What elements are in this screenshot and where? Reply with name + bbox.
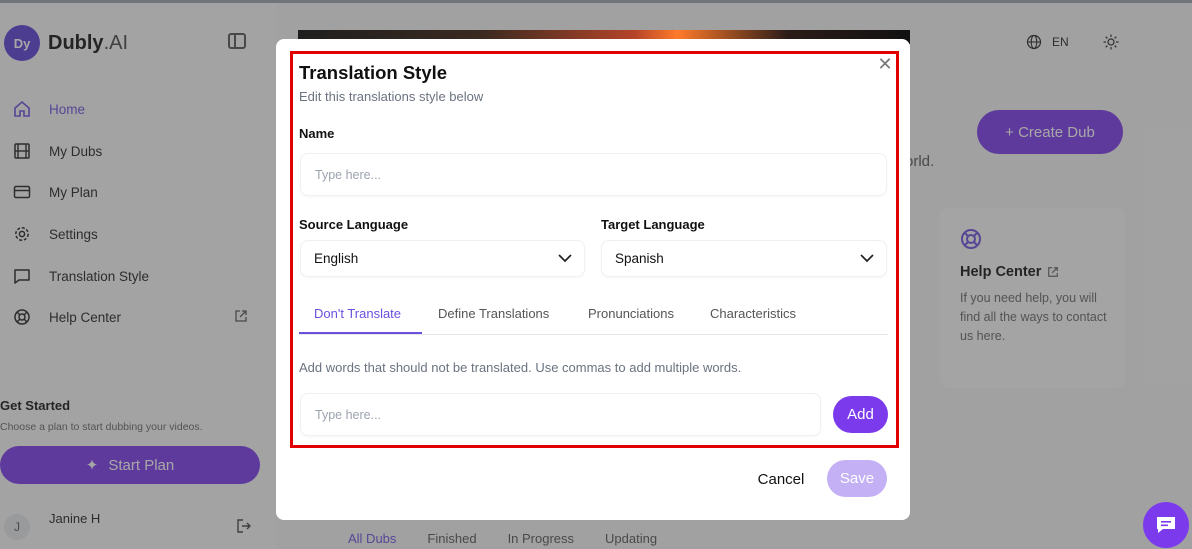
name-input[interactable] <box>300 153 887 196</box>
tab-pronunciations[interactable]: Pronunciations <box>588 306 674 321</box>
source-language-value: English <box>314 251 359 266</box>
target-language-label: Target Language <box>601 217 705 232</box>
modal-title: Translation Style <box>299 62 448 83</box>
chevron-down-icon <box>558 254 572 263</box>
target-language-select[interactable]: Spanish <box>601 240 887 277</box>
style-tabs: Don't Translate Define Translations Pron… <box>299 298 888 335</box>
target-language-value: Spanish <box>615 251 664 266</box>
name-label: Name <box>299 126 335 141</box>
words-input[interactable] <box>300 393 821 436</box>
close-icon[interactable]: ✕ <box>877 55 893 73</box>
save-button[interactable]: Save <box>827 460 887 497</box>
tab-characteristics[interactable]: Characteristics <box>710 306 796 321</box>
chevron-down-icon <box>860 254 874 263</box>
chat-bubble-icon <box>1157 517 1175 533</box>
source-language-label: Source Language <box>299 217 409 232</box>
cancel-button[interactable]: Cancel <box>745 461 817 497</box>
tab-define-translations[interactable]: Define Translations <box>438 306 549 321</box>
translation-style-modal <box>276 39 910 520</box>
dont-translate-hint: Add words that should not be translated.… <box>299 360 742 375</box>
active-tab-indicator <box>299 332 422 334</box>
chat-support-button[interactable] <box>1143 502 1189 548</box>
tab-dont-translate[interactable]: Don't Translate <box>314 306 401 321</box>
modal-subtitle: Edit this translations style below <box>299 89 484 104</box>
add-button[interactable]: Add <box>833 396 888 433</box>
source-language-select[interactable]: English <box>300 240 585 277</box>
